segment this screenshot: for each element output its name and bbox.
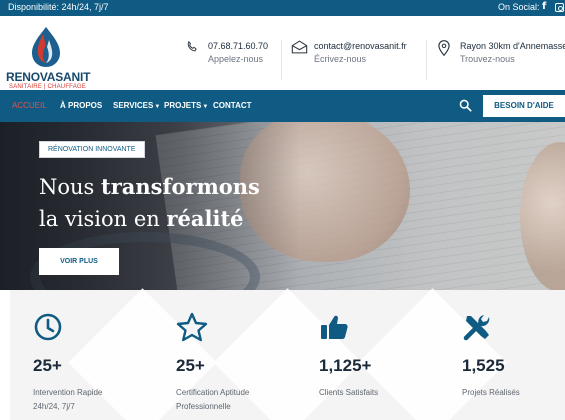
nav-item-a-propos[interactable]: À PROPOS — [60, 101, 102, 110]
site-logo[interactable]: RENOVASANIT SANITAIRE | CHAUFFAGE — [6, 24, 90, 90]
see-more-button[interactable]: VOIR PLUS — [39, 248, 119, 275]
stat-item: 1,125+ Clients Satisfaits — [319, 312, 449, 420]
stat-label: Intervention Rapide 24h/24, 7j/7 — [33, 386, 128, 414]
stat-item: 1,525 Projets Réalisés — [462, 312, 565, 420]
stat-label: Certification Aptitude Professionnelle — [176, 386, 271, 414]
nav-item-services[interactable]: SERVICES▼ — [113, 101, 160, 110]
location-pin-icon — [438, 40, 450, 56]
hero-title-text: la vision en — [39, 207, 167, 231]
tools-icon — [463, 315, 490, 341]
site-header: RENOVASANIT SANITAIRE | CHAUFFAGE 07.68.… — [0, 16, 565, 90]
phone-caption: Appelez-nous — [208, 54, 264, 64]
stat-label-line: Clients Satisfaits — [319, 388, 379, 397]
stat-value: 1,125+ — [319, 356, 372, 375]
nav-item-services-label: SERVICES — [113, 101, 154, 110]
stat-value: 25+ — [176, 356, 205, 375]
phone-icon — [187, 40, 197, 52]
instagram-icon[interactable] — [555, 3, 564, 12]
email-caption: Écrivez-nous — [314, 54, 367, 64]
header-divider — [426, 40, 427, 80]
header-divider — [281, 40, 282, 80]
stat-label-line: 24h/24, 7j/7 — [33, 402, 75, 411]
star-icon — [176, 312, 208, 342]
thumbs-up-icon — [321, 315, 348, 339]
chevron-down-icon: ▼ — [202, 104, 209, 110]
top-info-bar: Disponibilité: 24h/24, 7j/7 On Social: f — [0, 0, 565, 16]
stat-label-line: Intervention Rapide — [33, 388, 103, 397]
contact-email[interactable]: contact@renovasanit.fr Écrivez-nous — [291, 38, 426, 78]
availability-text: Disponibilité: 24h/24, 7j/7 — [8, 2, 109, 12]
facebook-icon[interactable]: f — [542, 1, 546, 12]
contact-phone[interactable]: 07.68.71.60.70 Appelez-nous — [185, 38, 273, 78]
hero-title-emphasis: transformons — [101, 174, 260, 199]
hero-banner: RÉNOVATION INNOVANTE Nous transformons l… — [0, 122, 565, 298]
chevron-down-icon: ▼ — [154, 104, 161, 110]
social-label: On Social: — [498, 2, 540, 12]
hero-title-line-1: Nous transformons — [39, 174, 260, 199]
location-area: Rayon 30km d'Annemasse — [460, 41, 565, 51]
hero-title-line-2: la vision en réalité — [39, 206, 244, 231]
clock-icon — [34, 313, 62, 341]
location-caption: Trouvez-nous — [460, 54, 515, 64]
hero-title-emphasis: réalité — [166, 206, 244, 231]
stat-item: 25+ Intervention Rapide 24h/24, 7j/7 — [33, 312, 163, 420]
stat-value: 25+ — [33, 356, 62, 375]
main-navigation: ACCUEIL À PROPOS SERVICES▼ PROJETS▼ CONT… — [0, 90, 565, 122]
email-icon — [291, 40, 308, 54]
stat-label-line: Certification Aptitude — [176, 388, 250, 397]
nav-item-accueil[interactable]: ACCUEIL — [12, 101, 47, 110]
nav-item-projets[interactable]: PROJETS▼ — [164, 101, 208, 110]
contact-location[interactable]: Rayon 30km d'Annemasse Trouvez-nous — [438, 38, 565, 78]
search-icon[interactable] — [459, 99, 472, 112]
logo-brand-name: RENOVASANIT — [6, 70, 91, 84]
stat-label: Clients Satisfaits — [319, 386, 414, 400]
stat-value: 1,525 — [462, 356, 505, 375]
stat-item: 25+ Certification Aptitude Professionnell… — [176, 312, 306, 420]
email-address: contact@renovasanit.fr — [314, 41, 407, 51]
phone-number: 07.68.71.60.70 — [208, 41, 269, 51]
nav-item-projets-label: PROJETS — [164, 101, 202, 110]
stat-label-line: Professionnelle — [176, 402, 231, 411]
nav-item-contact[interactable]: CONTACT — [213, 101, 252, 110]
help-button[interactable]: BESOIN D'AIDE — [483, 95, 565, 117]
stat-label: Projets Réalisés — [462, 386, 557, 400]
stat-label-line: Projets Réalisés — [462, 388, 520, 397]
hero-badge: RÉNOVATION INNOVANTE — [39, 141, 145, 158]
hero-title-text: Nous — [39, 175, 101, 199]
stats-section: 25+ Intervention Rapide 24h/24, 7j/7 25+ … — [0, 288, 565, 420]
flame-drop-logo-icon — [32, 27, 60, 67]
